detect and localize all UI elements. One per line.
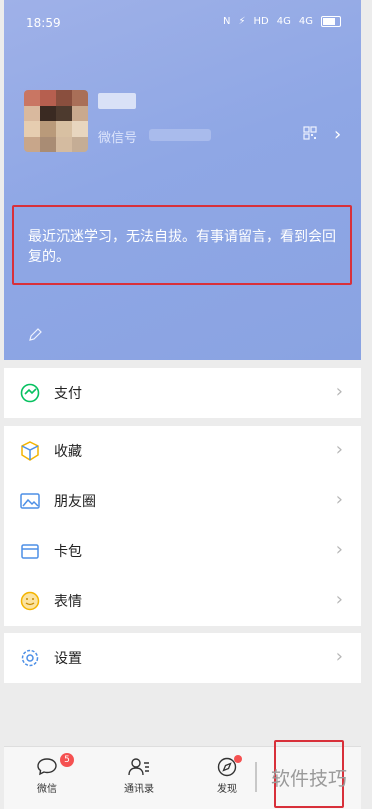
menu-item-cards[interactable]: 卡包 › [4,526,361,576]
chevron-right-icon: › [335,646,343,667]
menu-item-label: 收藏 [54,444,82,460]
features-card: 收藏 › 朋友圈 › 卡包 › 表情 › [4,426,361,626]
notification-dot [234,755,242,763]
chevron-right-icon[interactable]: › [334,124,341,145]
menu-item-settings[interactable]: 设置 › [4,633,361,683]
qr-code-icon[interactable] [303,126,317,140]
signature-highlight-box: 最近沉迷学习，无法自拔。有事请留言，看到会回复的。 [12,205,352,285]
hd-icon: HD [253,16,269,27]
favorites-cube-icon [21,441,39,461]
tab-contacts[interactable]: 通讯录 [102,747,176,809]
status-bar: 18:59 N ⚡ HD 4G 4G [4,0,361,44]
nickname-blurred [98,93,136,109]
menu-item-label: 朋友圈 [54,494,96,510]
menu-item-favorites[interactable]: 收藏 › [4,426,361,476]
menu-item-label: 表情 [54,594,82,610]
menu-item-pay[interactable]: 支付 › [4,368,361,418]
menu-item-label: 设置 [54,651,82,667]
nfc-icon: N [223,16,231,27]
tab-chats[interactable]: 5 微信 [10,747,84,809]
avatar[interactable] [24,90,88,152]
tab-label: 通讯录 [124,784,154,795]
chevron-right-icon: › [335,589,343,610]
chevron-right-icon: › [335,439,343,460]
me-page: 18:59 N ⚡ HD 4G 4G 微信号 › 最近沉迷学习，无法自拔。有事请… [4,0,361,809]
status-icons: N ⚡ HD 4G 4G [223,16,341,27]
sticker-smile-icon [20,591,40,611]
card-wallet-icon [21,544,39,559]
pay-card: 支付 › [4,368,361,418]
charging-icon: ⚡ [238,16,246,27]
menu-item-stickers[interactable]: 表情 › [4,576,361,626]
menu-item-label: 支付 [54,386,82,402]
moments-picture-icon [20,493,40,509]
watermark-text: 软件技巧 [271,767,348,790]
tab-discover[interactable]: 发现 [190,747,264,809]
unread-badge: 5 [60,753,74,767]
menu-item-label: 卡包 [54,544,82,560]
chevron-right-icon: › [335,539,343,560]
profile-header[interactable]: 18:59 N ⚡ HD 4G 4G 微信号 › 最近沉迷学习，无法自拔。有事请… [4,0,361,360]
watermark: 软件技巧 [255,762,347,792]
pay-icon [20,383,40,403]
status-time: 18:59 [26,16,61,30]
wechat-id-blurred [149,129,211,141]
signal-icon-2: 4G [298,16,313,27]
edit-status-icon[interactable] [28,328,42,342]
contacts-icon [128,758,149,776]
signal-icon: 4G [276,16,291,27]
settings-card: 设置 › [4,633,361,683]
battery-icon [321,16,341,27]
watermark-logo-icon [255,762,265,792]
chevron-right-icon: › [335,489,343,510]
gear-icon [21,649,39,667]
tab-label: 微信 [37,784,57,795]
chevron-right-icon: › [335,381,343,402]
signature-text[interactable]: 最近沉迷学习，无法自拔。有事请留言，看到会回复的。 [28,227,340,267]
chat-bubble-icon [37,758,57,776]
wechat-id-label: 微信号 [98,131,138,146]
menu-item-moments[interactable]: 朋友圈 › [4,476,361,526]
tab-label: 发现 [217,784,237,795]
